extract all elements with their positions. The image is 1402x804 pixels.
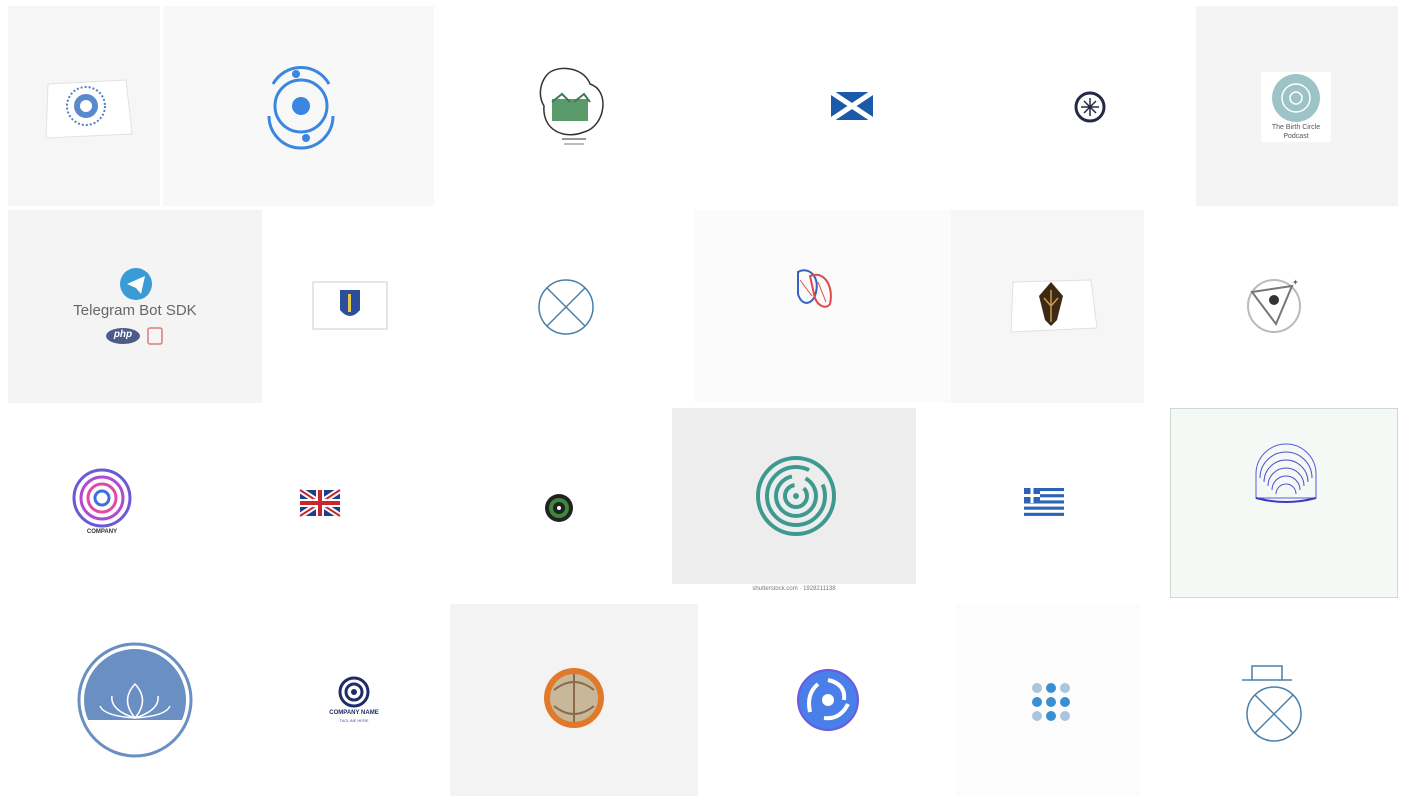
company-tagline-label: TAGLINE HERE (339, 718, 369, 723)
result-tile-maze[interactable]: shutterstock.com · 1928211138 (672, 408, 916, 598)
result-tile-eye-triangle[interactable]: ✦ (1144, 210, 1398, 403)
result-tile-wheat-card[interactable] (951, 210, 1144, 403)
company-name-label: COMPANY NAME (329, 710, 379, 716)
result-tile-crossed-circle[interactable] (434, 210, 694, 403)
result-tile-spiral[interactable] (698, 604, 956, 796)
dots-grid-icon (1032, 683, 1070, 721)
scotland-flag-icon (829, 89, 875, 123)
maze-footer-text: shutterstock.com · 1928211138 (752, 586, 836, 592)
result-tile-greece-flag[interactable] (916, 408, 1170, 598)
result-tile-sketch-emblem[interactable] (434, 6, 714, 206)
php-badge: php (113, 329, 133, 340)
sketch-emblem-icon (539, 67, 604, 145)
result-tile-lotus[interactable] (8, 604, 262, 796)
result-tile-patterned-leaves[interactable] (694, 210, 951, 403)
result-tile-scotland-flag[interactable] (714, 6, 988, 206)
result-tile-compass[interactable] (988, 6, 1196, 206)
company-swirl-logo-icon (338, 676, 370, 708)
wheat-card-icon (1010, 279, 1098, 333)
result-tile-circle-x-pedestal[interactable] (1140, 604, 1398, 796)
crossed-circle-icon (538, 279, 594, 335)
target-dot-icon (545, 494, 573, 522)
concentric-circle-logo-icon (72, 468, 132, 528)
result-tile-target[interactable] (434, 408, 672, 598)
company-label: COMPANY (86, 529, 118, 535)
result-tile-greeting-card[interactable] (8, 6, 160, 206)
sphere-photo-icon (544, 668, 604, 728)
svg-text:✦: ✦ (1292, 278, 1299, 287)
result-tile-company-name[interactable]: COMPANY NAME TAGLINE HERE (262, 604, 450, 796)
lotus-circle-icon (77, 642, 193, 758)
telegram-title: Telegram Bot SDK (73, 302, 197, 319)
orbit-atom-icon (267, 66, 335, 150)
circle-podcast-icon (1261, 72, 1331, 142)
result-tile-uk-flag[interactable] (208, 408, 434, 598)
massachusetts-flag-icon (312, 281, 388, 330)
podcast-caption-line1: The Birth Circle (1271, 124, 1321, 131)
uk-flag-icon (298, 487, 342, 519)
arches-line-icon (1255, 443, 1317, 503)
result-tile-orbit[interactable] (163, 6, 434, 206)
patterned-leaves-icon (797, 269, 832, 308)
eye-triangle-icon: ✦ (1247, 278, 1301, 333)
result-tile-telegram[interactable]: Telegram Bot SDK php (8, 210, 262, 403)
result-tile-arches[interactable] (1170, 408, 1398, 598)
result-tile-concentric-logo[interactable]: COMPANY (8, 408, 208, 598)
result-tile-sphere-photo[interactable] (450, 604, 698, 796)
podcast-caption-line2: Podcast (1283, 133, 1309, 140)
maze-circle-icon (756, 456, 836, 536)
greeting-card-circle-icon (45, 79, 133, 139)
result-tile-dots-grid[interactable] (956, 604, 1140, 796)
result-tile-massachusetts-flag[interactable] (262, 210, 434, 403)
greece-flag-icon (1024, 488, 1064, 516)
spiral-circle-icon (797, 669, 859, 731)
result-tile-birth-circle[interactable]: The Birth Circle Podcast (1196, 6, 1398, 206)
circle-x-pedestal-icon (1242, 665, 1302, 742)
compass-icon (1074, 91, 1106, 123)
